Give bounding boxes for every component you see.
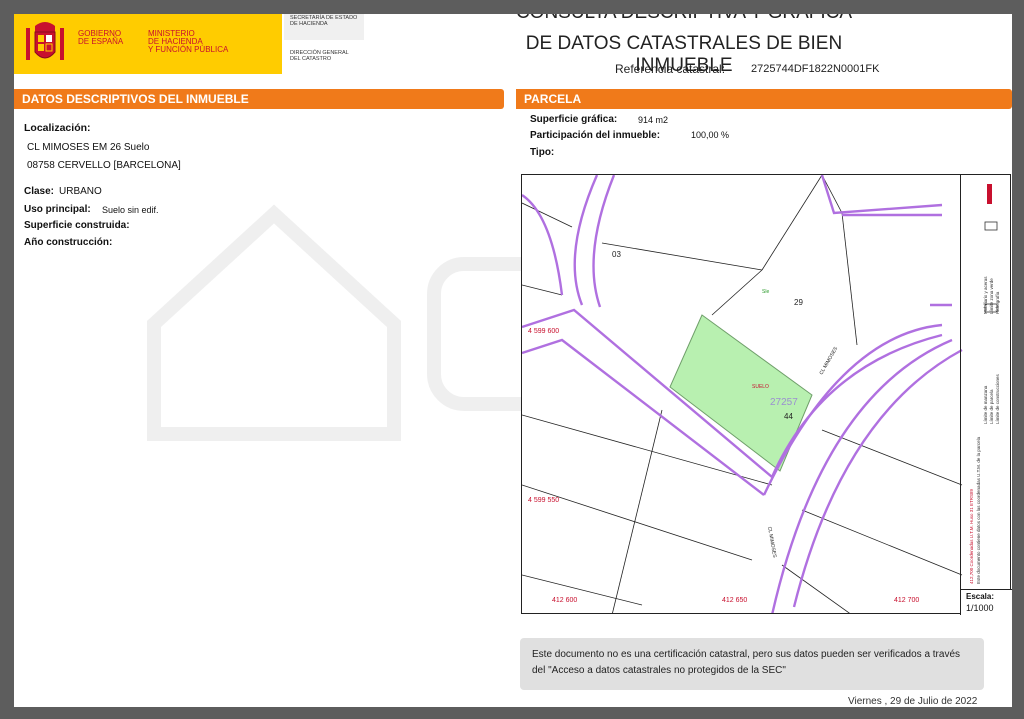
- parcela-bar: PARCELA: [516, 89, 1012, 109]
- map-legend: 412,700 Coordenadas U.T.M. Huso 31 ETRS8…: [960, 174, 1012, 594]
- ministerio-text: MINISTERIO DE HACIENDA Y FUNCIÓN PÚBLICA: [148, 30, 228, 54]
- document-page: GOBIERNO DE ESPAÑA MINISTERIO DE HACIEND…: [14, 14, 1012, 707]
- uso-principal-label: Uso principal:: [24, 204, 91, 215]
- street-name-2: CL MIMOSES: [766, 526, 777, 558]
- lot-29-label: 29: [794, 298, 803, 307]
- legend-item-4: Mobiliario y aceras: [983, 276, 988, 314]
- legend-item-6: Hidrografía: [995, 291, 1000, 314]
- document-title-line-1: CONSULTA DESCRIPTIVA Y GRÁFICA: [484, 14, 884, 24]
- government-logo-block: GOBIERNO DE ESPAÑA MINISTERIO DE HACIEND…: [14, 14, 282, 74]
- document-date: Viernes , 29 de Julio de 2022: [848, 696, 978, 707]
- legend-item-3: Límite de construcciones: [995, 373, 1000, 424]
- scale-value: 1/1000: [966, 603, 994, 613]
- localizacion-label: Localización:: [24, 122, 91, 134]
- gov-line-2: DE ESPAÑA: [78, 37, 124, 46]
- direccion-line-2: DEL CATASTRO: [290, 56, 332, 62]
- coord-x-2: 412 650: [722, 597, 747, 604]
- address-line-1: CL MIMOSES EM 26 Suelo: [27, 142, 150, 153]
- coord-x-3: 412 700: [894, 597, 919, 604]
- coat-of-arms-icon: [26, 22, 64, 60]
- coord-y-2: 4 599 550: [528, 497, 559, 504]
- legend-item-1: Límite de manzana: [983, 385, 988, 424]
- street-name-1: CL MIMOSES: [819, 345, 840, 376]
- address-line-2: 08758 CERVELLO [BARCELONA]: [27, 160, 181, 171]
- sle-label: Sle: [762, 289, 769, 295]
- superficie-grafica-value: 914 m2: [638, 115, 669, 125]
- tipo-label: Tipo:: [530, 147, 555, 158]
- cadastral-map: 03 29 27257 44 SUELO Sle 4 599 600 4 599…: [521, 174, 1011, 614]
- participacion-value: 100,00 %: [691, 130, 730, 140]
- legend-item-5: Límite zona verde: [989, 278, 994, 314]
- coord-y-1: 4 599 600: [528, 328, 559, 335]
- clase-value: URBANO: [59, 186, 102, 197]
- legend-note: Este documento contiene datos con las co…: [976, 436, 981, 584]
- superficie-grafica-label: Superficie gráfica:: [530, 114, 618, 125]
- direccion-text: DIRECCIÓN GENERAL DEL CATASTRO: [290, 50, 349, 62]
- ano-construccion-label: Año construcción:: [24, 237, 113, 248]
- gobierno-text: GOBIERNO DE ESPAÑA: [78, 30, 123, 46]
- lot-03-label: 03: [612, 250, 621, 259]
- suelo-label: SUELO: [752, 384, 769, 390]
- superficie-construida-label: Superficie construida:: [24, 220, 130, 231]
- secretaria-text: SECRETARÍA DE ESTADO DE HACIENDA: [284, 14, 364, 40]
- scale-label: Escala:: [966, 592, 995, 601]
- parcel-ref-label: 27257: [770, 397, 798, 408]
- uso-principal-value: Suelo sin edif.: [102, 205, 159, 215]
- ministry-line-3: Y FUNCIÓN PÚBLICA: [148, 45, 229, 54]
- cadastral-map-svg: 03 29 27257 44 SUELO Sle 4 599 600 4 599…: [522, 175, 963, 613]
- map-scale: Escala: 1/1000: [960, 589, 1012, 615]
- legend-item-2: Límite de parcela: [989, 389, 994, 424]
- secretaria-line-2: DE HACIENDA: [290, 21, 328, 27]
- participacion-label: Participación del inmueble:: [530, 130, 661, 141]
- coord-x-1: 412 600: [552, 597, 577, 604]
- legend-coords: 412,700 Coordenadas U.T.M. Huso 31 ETRS8…: [969, 488, 974, 584]
- datos-descriptivos-bar: DATOS DESCRIPTIVOS DEL INMUEBLE: [14, 89, 504, 109]
- verification-notice: Este documento no es una certificación c…: [520, 638, 984, 690]
- lot-44-label: 44: [784, 412, 793, 421]
- clase-label: Clase:: [24, 186, 55, 197]
- referencia-value: 2725744DF1822N0001FK: [751, 63, 880, 75]
- legend-svg: 412,700 Coordenadas U.T.M. Huso 31 ETRS8…: [969, 184, 1000, 584]
- referencia-label: Referencia catastral:: [615, 62, 726, 76]
